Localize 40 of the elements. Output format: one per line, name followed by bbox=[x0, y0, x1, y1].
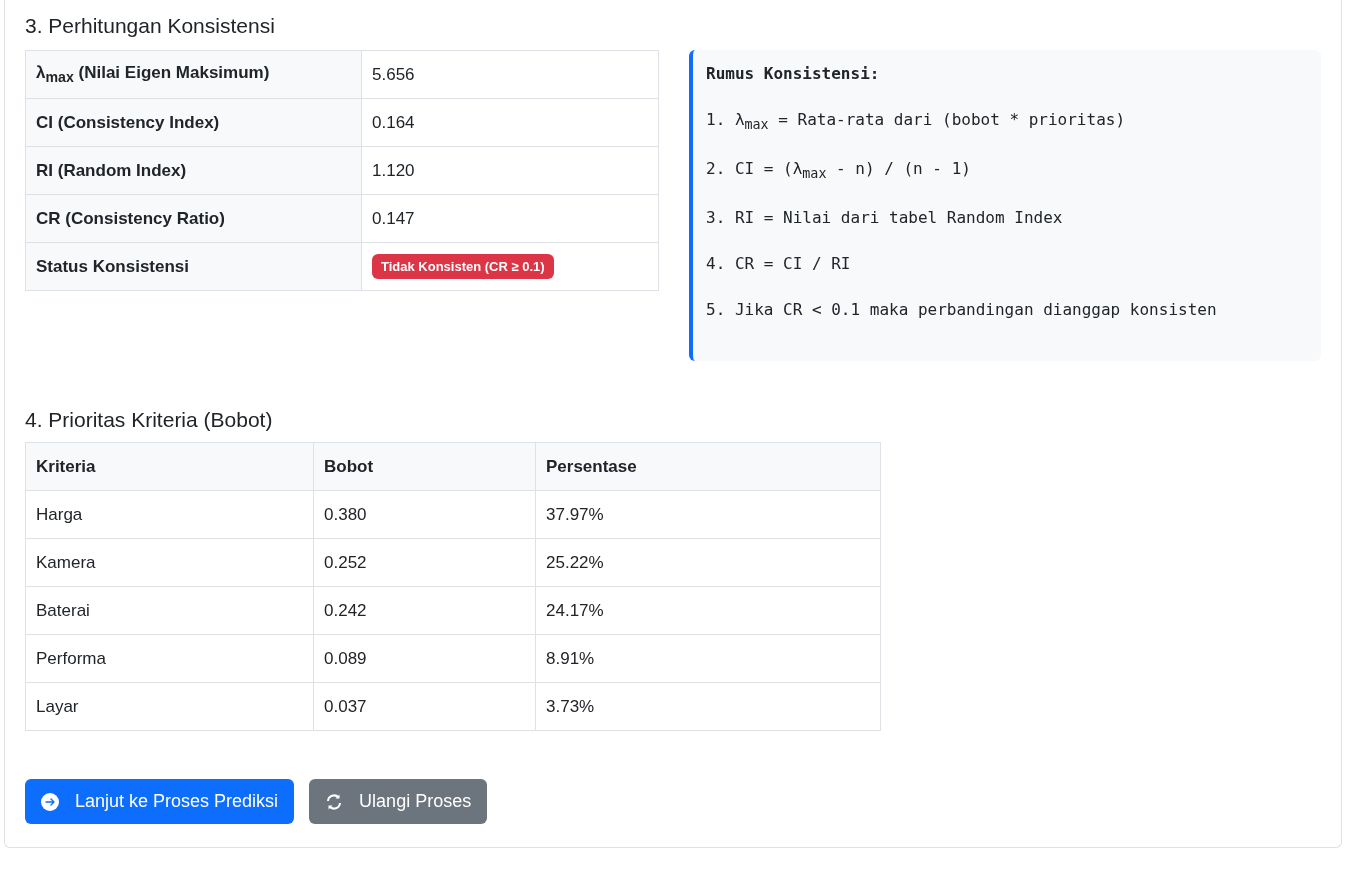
table-cell: 0.164 bbox=[361, 98, 659, 147]
restart-button[interactable]: Ulangi Proses bbox=[309, 779, 488, 824]
formula-line: 2. CI = (λ$_{max}$ - n) / (n - 1) bbox=[706, 159, 972, 182]
table-cell: 3.73% bbox=[535, 682, 881, 731]
formula-title: Rumus Konsistensi: bbox=[706, 64, 881, 83]
table-cell: 0.037 bbox=[313, 682, 536, 731]
next-button[interactable]: Lanjut ke Proses Prediksi bbox=[25, 779, 295, 824]
formula-line: 4. CR = CI / RI bbox=[706, 254, 852, 274]
table-cell: 0.147 bbox=[361, 194, 659, 243]
table-cell: CR (Consistency Ratio) bbox=[25, 194, 362, 243]
section-heading: 3. Perhitungan Konsistensi bbox=[25, 14, 276, 38]
table-cell: Status Konsistensi bbox=[25, 242, 362, 291]
formula-line: 3. RI = Nilai dari tabel Random Index bbox=[706, 208, 1064, 228]
table-cell: 25.22% bbox=[535, 538, 881, 587]
formula-line: 5. Jika CR < 0.1 maka perbandingan dianggap konsisten bbox=[706, 300, 1218, 320]
table-cell: Baterai bbox=[25, 586, 314, 635]
status-badge: Tidak Konsisten (CR ≥ 0.1) bbox=[372, 254, 554, 279]
refresh-icon bbox=[325, 792, 344, 811]
table-cell: 8.91% bbox=[535, 634, 881, 683]
table-cell: Performa bbox=[25, 634, 314, 683]
table-cell: 0.380 bbox=[313, 490, 536, 539]
arrow-right-circle-icon bbox=[41, 792, 59, 811]
table-cell: 0.089 bbox=[313, 634, 536, 683]
table-cell: RI (Random Index) bbox=[25, 146, 362, 195]
table-cell: 37.97% bbox=[535, 490, 881, 539]
column-header: Bobot bbox=[313, 442, 536, 491]
table-cell: Kamera bbox=[25, 538, 314, 587]
table-cell: 5.656 bbox=[361, 50, 659, 99]
table-cell: 0.252 bbox=[313, 538, 536, 587]
table-cell: CI (Consistency Index) bbox=[25, 98, 362, 147]
table-cell: 0.242 bbox=[313, 586, 536, 635]
column-header: Kriteria bbox=[25, 442, 314, 491]
table-cell: 24.17% bbox=[535, 586, 881, 635]
table-cell: Layar bbox=[25, 682, 314, 731]
column-header: Persentase bbox=[535, 442, 881, 491]
table-cell: Harga bbox=[25, 490, 314, 539]
section-heading: 4. Prioritas Kriteria (Bobot) bbox=[25, 408, 274, 432]
table-cell: λ$_{max}$ (Nilai Eigen Maksimum) bbox=[25, 50, 362, 99]
formula-line: 1. λ$_{max}$ = Rata-rata dari (bobot * prioritas) bbox=[706, 110, 1127, 133]
table-cell: 1.120 bbox=[361, 146, 659, 195]
